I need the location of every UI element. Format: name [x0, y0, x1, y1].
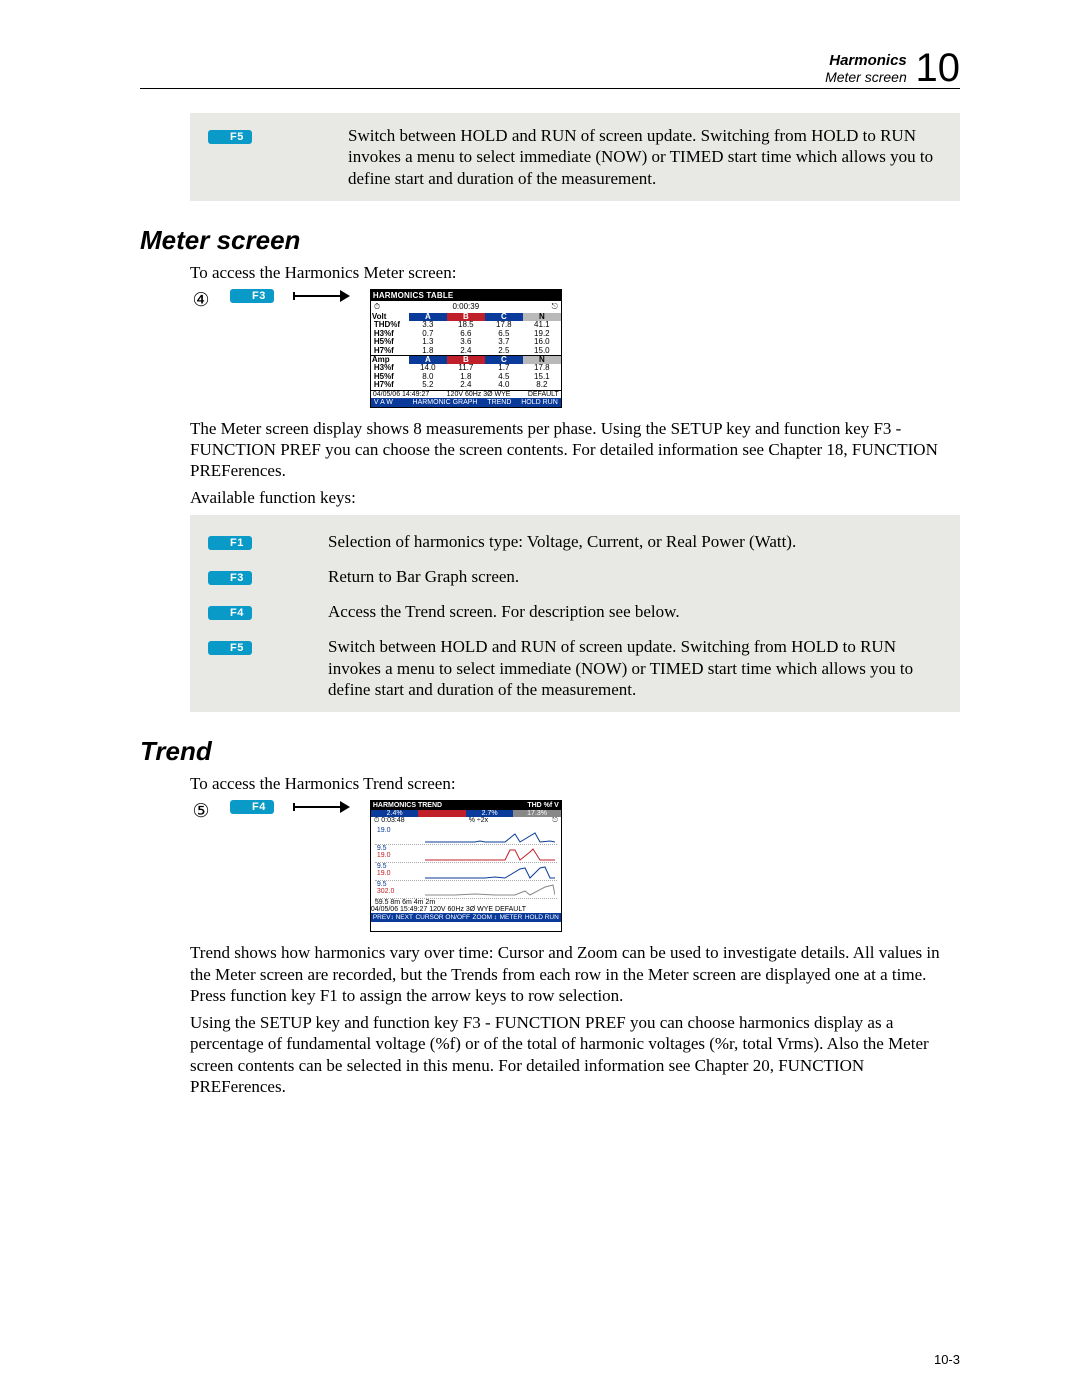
chapter-subtitle: Meter screen [825, 69, 907, 85]
trend-paragraph-2: Using the SETUP key and function key F3 … [190, 1012, 960, 1097]
shot-title: HARMONICS TABLE [371, 290, 561, 301]
chapter-number: 10 [916, 50, 961, 86]
trend-step-row: ⑤ F4 HARMONICS TREND THD %f V 2.4% 2.7% … [190, 800, 960, 932]
meter-step-row: ④ F3 HARMONICS TABLE ⏱ 0:00:39 ⎋ Volt A … [190, 289, 960, 408]
chapter-title: Harmonics [829, 52, 907, 69]
meter-paragraph: The Meter screen display shows 8 measure… [190, 418, 960, 482]
step-number-4: ④ [190, 289, 212, 312]
header-rule [140, 88, 960, 89]
f1-desc: Selection of harmonics type: Voltage, Cu… [328, 531, 942, 552]
function-keys-table: F1 Selection of harmonics type: Voltage,… [190, 515, 960, 713]
page-number: 10-3 [934, 1352, 960, 1367]
harmonics-trend-screenshot: HARMONICS TREND THD %f V 2.4% 2.7% 17.3%… [370, 800, 562, 932]
harmonics-table-screenshot: HARMONICS TABLE ⏱ 0:00:39 ⎋ Volt A B C N… [370, 289, 562, 408]
f3-key-badge-2: F3 [208, 571, 252, 585]
page-header: Harmonics Meter screen 10 [140, 50, 960, 86]
fkey-row-f1: F1 Selection of harmonics type: Voltage,… [208, 531, 942, 552]
arrow-icon [292, 800, 352, 814]
trend-heading: Trend [140, 736, 960, 767]
f5-key-badge-2: F5 [208, 641, 252, 655]
f3-key-badge: F3 [230, 289, 274, 303]
fkey-row-f3: F3 Return to Bar Graph screen. [208, 566, 942, 587]
trend-paragraph-1: Trend shows how harmonics vary over time… [190, 942, 960, 1006]
trend-intro: To access the Harmonics Trend screen: [190, 773, 960, 794]
f5-desc: Switch between HOLD and RUN of screen up… [328, 636, 942, 700]
arrow-icon [292, 289, 352, 303]
f5-key-badge: F5 [208, 130, 252, 144]
step-number-5: ⑤ [190, 800, 212, 823]
f4-desc: Access the Trend screen. For description… [328, 601, 942, 622]
f5-note-box: F5 Switch between HOLD and RUN of screen… [190, 113, 960, 201]
meter-screen-heading: Meter screen [140, 225, 960, 256]
meter-intro: To access the Harmonics Meter screen: [190, 262, 960, 283]
f4-key-badge-2: F4 [230, 800, 274, 814]
available-fkeys-label: Available function keys: [190, 487, 960, 508]
f3-desc: Return to Bar Graph screen. [328, 566, 942, 587]
f4-key-badge: F4 [208, 606, 252, 620]
f1-key-badge: F1 [208, 536, 252, 550]
f5-key-description: Switch between HOLD and RUN of screen up… [348, 125, 942, 189]
fkey-row-f5: F5 Switch between HOLD and RUN of screen… [208, 636, 942, 700]
fkey-row-f4: F4 Access the Trend screen. For descript… [208, 601, 942, 622]
shot-time: 0:00:39 [452, 302, 479, 312]
